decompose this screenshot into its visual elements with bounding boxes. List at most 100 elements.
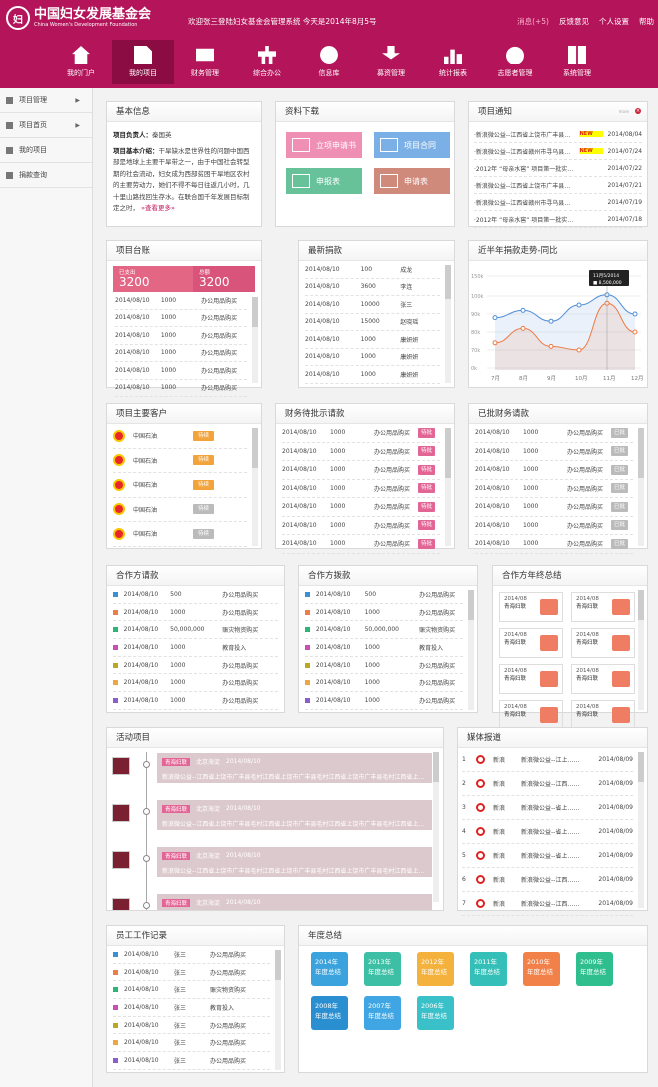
nav-item-3[interactable]: 综合办公 xyxy=(236,40,298,84)
table-row[interactable]: 2014/08/10 15000 赵晓瑶 xyxy=(305,314,440,331)
table-row[interactable]: 2014/08/10 1000 办公用品购买 待批 xyxy=(282,424,440,443)
annual-summary-tile[interactable]: 2007年 年度总结 xyxy=(364,996,401,1030)
data-point[interactable] xyxy=(576,347,582,353)
data-point[interactable] xyxy=(548,343,554,349)
status-badge[interactable]: 已批 xyxy=(611,464,629,475)
table-row[interactable]: 2014/08/10 1000 办公用品购买 待批 xyxy=(282,443,440,461)
table-row[interactable]: 2014/08/10 1000 办公用品购买 已批 xyxy=(475,517,633,535)
status-badge[interactable]: 待批 xyxy=(418,501,436,512)
status-badge[interactable]: 待续 xyxy=(193,528,215,539)
table-row[interactable]: 2014/08/10 1000 办公用品购买 已批 xyxy=(475,461,633,480)
summary-card[interactable]: 2014/08 青海妇联 xyxy=(499,700,563,730)
partner-payment-scrollbar[interactable] xyxy=(468,590,474,710)
table-row[interactable]: 2014/08/10 张三 赈灾物资购买 xyxy=(113,981,270,1000)
table-row[interactable]: 2014/08/10 1000 办公用品购买 xyxy=(305,692,463,710)
table-row[interactable]: 2014/08/10 1000 康妍妍 xyxy=(305,349,440,366)
pending-scrollbar[interactable] xyxy=(445,428,451,546)
activity-item[interactable]: 青海妇联北京海淀2014/08/10新浪微公益--江西省上饶市广丰县毛村江西省上… xyxy=(107,800,443,836)
media-row[interactable]: 2 新浪 新浪微公益--江西…… 2014/08/09 xyxy=(462,772,633,796)
data-point[interactable] xyxy=(520,307,526,313)
status-badge[interactable]: 待批 xyxy=(418,427,436,438)
table-row[interactable]: 2014/08/10 1000 办公用品购买 已批 xyxy=(475,443,633,461)
table-row[interactable]: 2014/08/10 1000 办公用品购买 xyxy=(115,310,247,327)
table-row[interactable]: 2014/08/10 1000 康妍妍 xyxy=(305,366,440,384)
customer-row[interactable]: 中国石油 待续 xyxy=(113,498,247,522)
annual-summary-tile[interactable]: 2014年 年度总结 xyxy=(311,952,348,986)
annual-summary-tile[interactable]: 2008年 年度总结 xyxy=(311,996,348,1030)
activity-item[interactable]: 青海妇联北京海淀2014/08/10新浪微公益--江西省上饶市广丰县毛村江西省上… xyxy=(107,753,443,789)
summary-card[interactable]: 2014/08 青海妇联 xyxy=(499,592,563,622)
table-row[interactable]: 2014/08/10 1000 办公用品购买 xyxy=(113,657,278,675)
table-row[interactable]: 2014/08/10 1000 办公用品购买 待批 xyxy=(282,461,440,480)
table-row[interactable]: 2014/08/10 100 成龙 xyxy=(305,261,440,279)
table-row[interactable]: 2014/08/10 1000 办公用品购买 xyxy=(113,604,278,622)
ledger-scrollbar[interactable] xyxy=(252,297,258,383)
table-row[interactable]: 2014/08/10 1000 办公用品购买 xyxy=(305,604,463,622)
status-badge[interactable]: 已批 xyxy=(611,483,629,494)
status-badge[interactable]: 待续 xyxy=(193,455,215,466)
activity-item[interactable]: 青海妇联北京海淀2014/08/10新浪微公益--江西省上饶市广丰县毛村江西省上… xyxy=(107,894,443,910)
status-badge[interactable]: 已批 xyxy=(611,520,629,531)
table-row[interactable]: 2014/08/10 1000 办公用品购买 xyxy=(115,345,247,362)
status-badge[interactable]: 待批 xyxy=(418,483,436,494)
table-row[interactable]: 2014/08/10 1000 办公用品购买 xyxy=(115,362,247,380)
table-row[interactable]: 2014/08/10 1000 办公用品购买 xyxy=(115,292,247,310)
table-row[interactable]: 2014/08/10 50,000,000 赈灾物资购买 xyxy=(113,621,278,640)
customer-row[interactable]: 中国石油 待续 xyxy=(113,449,247,473)
status-badge[interactable]: 待续 xyxy=(193,479,215,490)
summary-card[interactable]: 2014/08 青海妇联 xyxy=(571,664,635,694)
data-point[interactable] xyxy=(632,329,638,335)
media-row[interactable]: 3 新浪 新浪微公益--省上…… 2014/08/09 xyxy=(462,796,633,820)
notice-row[interactable]: ·2012年 “母亲水窖” 项目第一批实…NEW2014/07/18 xyxy=(474,211,642,228)
annual-summary-tile[interactable]: 2011年 年度总结 xyxy=(470,952,507,986)
media-row[interactable]: 7 新浪 新浪微公益--江西…… 2014/08/09 xyxy=(462,892,633,916)
table-row[interactable]: 2014/08/10 张三 教育投入 xyxy=(113,999,270,1017)
activity-item[interactable]: 青海妇联北京海淀2014/08/10新浪微公益--江西省上饶市广丰县毛村江西省上… xyxy=(107,847,443,883)
close-icon[interactable]: × xyxy=(635,108,641,114)
status-badge[interactable]: 待批 xyxy=(418,538,436,549)
status-badge[interactable]: 待批 xyxy=(418,446,436,457)
table-row[interactable]: 2014/08/10 张三 办公用品购买 xyxy=(113,946,270,964)
table-row[interactable]: 2014/08/10 张三 办公用品购买 xyxy=(113,1034,270,1053)
status-badge[interactable]: 已批 xyxy=(611,446,629,457)
annual-summary-tile[interactable]: 2009年 年度总结 xyxy=(576,952,613,986)
summary-card[interactable]: 2014/08 青海妇联 xyxy=(571,592,635,622)
table-row[interactable]: 2014/08/10 50,000,000 赈灾物资购买 xyxy=(305,621,463,640)
notice-more-link[interactable]: more xyxy=(619,109,629,114)
nav-item-7[interactable]: 志愿者管理 xyxy=(484,40,546,84)
summary-card[interactable]: 2014/08 青海妇联 xyxy=(571,700,635,730)
status-badge[interactable]: 待批 xyxy=(418,464,436,475)
table-row[interactable]: 2014/08/10 1000 办公用品购买 xyxy=(115,380,247,397)
media-row[interactable]: 5 新浪 新浪微公益--省上…… 2014/08/09 xyxy=(462,844,633,868)
sidebar-item-3[interactable]: 捐款查询 xyxy=(0,163,92,188)
customer-row[interactable]: 中国石油 待续 xyxy=(113,473,247,498)
table-row[interactable]: 2014/08/10 1000 康妍妍 xyxy=(305,331,440,349)
table-row[interactable]: 2014/08/10 1000 办公用品购买 已批 xyxy=(475,480,633,498)
staff-scrollbar[interactable] xyxy=(275,950,281,1070)
notice-row[interactable]: ·新浪微公益--江西省赣州市寻乌县…NEW2014/07/19 xyxy=(474,194,642,211)
notice-row[interactable]: ·2012年 “母亲水窖” 项目第一批实…NEW2014/07/22 xyxy=(474,160,642,177)
data-point[interactable] xyxy=(548,318,554,324)
annual-summary-tile[interactable]: 2013年 年度总结 xyxy=(364,952,401,986)
nav-item-6[interactable]: 统计报表 xyxy=(422,40,484,84)
table-row[interactable]: 2014/08/10 1000 教育投入 xyxy=(113,639,278,657)
media-row[interactable]: 6 新浪 新浪微公益--江西…… 2014/08/09 xyxy=(462,868,633,892)
partner-summary-scrollbar[interactable] xyxy=(638,590,644,710)
media-row[interactable]: 1 新浪 新浪微公益--江上…… 2014/08/09 xyxy=(462,748,633,772)
status-badge[interactable]: 已批 xyxy=(611,501,629,512)
annual-summary-tile[interactable]: 2010年 年度总结 xyxy=(523,952,560,986)
nav-item-0[interactable]: 我的门户 xyxy=(50,40,112,84)
summary-card[interactable]: 2014/08 青海妇联 xyxy=(499,628,563,658)
table-row[interactable]: 2014/08/10 500 办公用品购买 xyxy=(113,586,278,604)
table-row[interactable]: 2014/08/10 1000 教育投入 xyxy=(305,639,463,657)
status-badge[interactable]: 已批 xyxy=(611,538,629,549)
data-point[interactable] xyxy=(492,315,498,321)
messages-link[interactable]: 消息(+5) xyxy=(517,16,549,27)
sidebar-item-0[interactable]: 项目管理 ▶ xyxy=(0,88,92,113)
customer-row[interactable]: 中国石油 待续 xyxy=(113,522,247,547)
table-row[interactable]: 2014/08/10 1000 办公用品购买 待批 xyxy=(282,535,440,554)
download-button[interactable]: 立项申请书 xyxy=(286,132,362,158)
table-row[interactable]: 2014/08/10 500 办公用品购买 xyxy=(305,586,463,604)
table-row[interactable]: 2014/08/10 张三 办公用品购买 xyxy=(113,964,270,982)
table-row[interactable]: 2014/08/10 1000 办公用品购买 xyxy=(115,327,247,345)
